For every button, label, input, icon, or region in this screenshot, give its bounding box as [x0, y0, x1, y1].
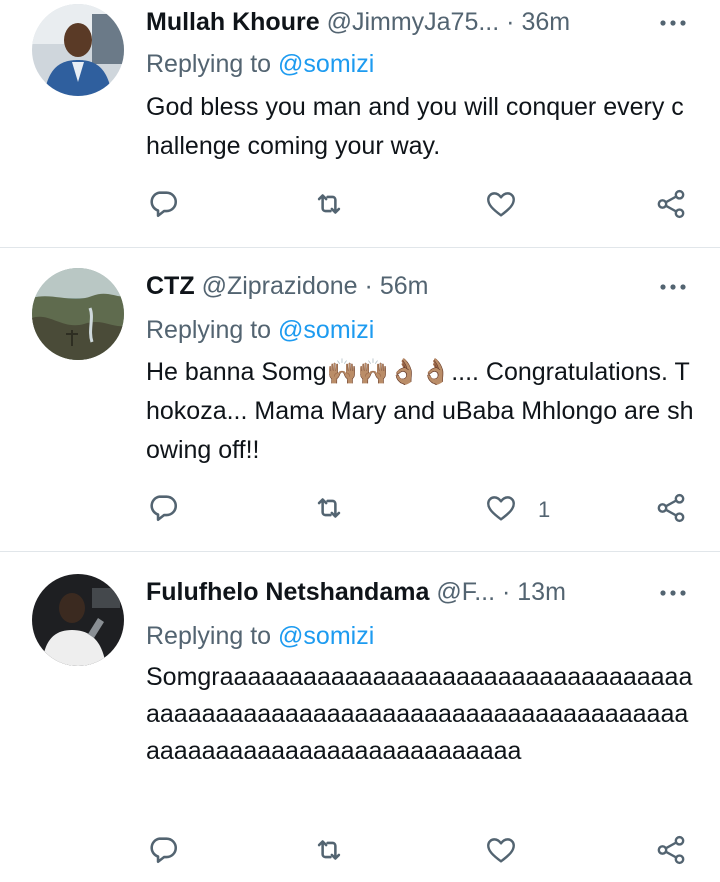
tweet-text: He banna Somg🙌🏽🙌🏽👌🏽👌🏽.... Congratulation… — [146, 358, 694, 464]
tweet-2[interactable]: CTZ @Ziprazidone · 56m Replying to @somi… — [0, 248, 720, 552]
user-handle[interactable]: @Ziprazidone — [202, 272, 358, 300]
reply-bubble-icon — [146, 833, 180, 872]
replying-prefix: Replying to — [146, 50, 272, 78]
user-handle[interactable]: @JimmyJa75... — [327, 8, 500, 36]
retweet-icon — [312, 187, 346, 226]
replying-to: Replying to @somizi — [146, 312, 374, 348]
action-bar — [146, 186, 706, 226]
reply-feed: Mullah Khoure @JimmyJa75... · 36m Replyi… — [0, 0, 720, 882]
timestamp[interactable]: 13m — [517, 578, 566, 606]
separator-dot: · — [502, 578, 511, 606]
like-button[interactable] — [484, 832, 538, 872]
action-bar: 1 — [146, 490, 706, 530]
like-button[interactable] — [484, 186, 538, 226]
retweet-icon — [312, 491, 346, 530]
display-name[interactable]: CTZ — [146, 272, 195, 300]
share-icon — [654, 833, 688, 872]
replying-prefix: Replying to — [146, 622, 272, 650]
tweet-text: God bless you man and you will conquer e… — [146, 93, 684, 160]
reply-bubble-icon — [146, 491, 180, 530]
tweet-text: Somgraaaaaaaaaaaaaaaaaaaaaaaaaaaaaaaaaaa… — [146, 663, 693, 765]
like-count: 1 — [538, 497, 551, 522]
tweet-1[interactable]: Mullah Khoure @JimmyJa75... · 36m Replyi… — [0, 0, 720, 248]
timestamp[interactable]: 56m — [380, 272, 429, 300]
replying-prefix: Replying to — [146, 316, 272, 344]
avatar[interactable] — [32, 4, 124, 96]
share-icon — [654, 491, 688, 530]
action-bar — [146, 832, 706, 872]
retweet-button[interactable] — [312, 186, 346, 226]
like-button[interactable]: 1 — [484, 490, 550, 530]
heart-icon — [484, 491, 518, 530]
heart-icon — [484, 833, 518, 872]
retweet-button[interactable] — [312, 490, 346, 530]
share-button[interactable] — [654, 490, 688, 530]
retweet-icon — [312, 833, 346, 872]
avatar[interactable] — [32, 268, 124, 360]
replying-to: Replying to @somizi — [146, 46, 374, 82]
user-handle[interactable]: @F... — [436, 578, 495, 606]
share-button[interactable] — [654, 832, 688, 872]
tweet-header: Fulufhelo Netshandama @F... · 13m — [146, 574, 630, 610]
heart-icon — [484, 187, 518, 226]
replying-to: Replying to @somizi — [146, 618, 374, 654]
reply-bubble-icon — [146, 187, 180, 226]
tweet-header: CTZ @Ziprazidone · 56m — [146, 268, 630, 304]
retweet-button[interactable] — [312, 832, 346, 872]
share-button[interactable] — [654, 186, 688, 226]
reply-button[interactable] — [146, 490, 180, 530]
avatar[interactable] — [32, 574, 124, 666]
mention-link[interactable]: @somizi — [278, 316, 374, 344]
tweet-header: Mullah Khoure @JimmyJa75... · 36m — [146, 4, 630, 40]
mention-link[interactable]: @somizi — [278, 50, 374, 78]
more-horizontal-icon[interactable] — [656, 10, 690, 36]
share-icon — [654, 187, 688, 226]
reply-button[interactable] — [146, 832, 180, 872]
separator-dot: · — [364, 272, 373, 300]
reply-button[interactable] — [146, 186, 180, 226]
separator-dot: · — [506, 8, 515, 36]
mention-link[interactable]: @somizi — [278, 622, 374, 650]
more-horizontal-icon[interactable] — [656, 274, 690, 300]
display-name[interactable]: Fulufhelo Netshandama — [146, 578, 429, 606]
display-name[interactable]: Mullah Khoure — [146, 8, 320, 36]
tweet-3[interactable]: Fulufhelo Netshandama @F... · 13m Replyi… — [0, 552, 720, 882]
timestamp[interactable]: 36m — [521, 8, 570, 36]
more-horizontal-icon[interactable] — [656, 580, 690, 606]
